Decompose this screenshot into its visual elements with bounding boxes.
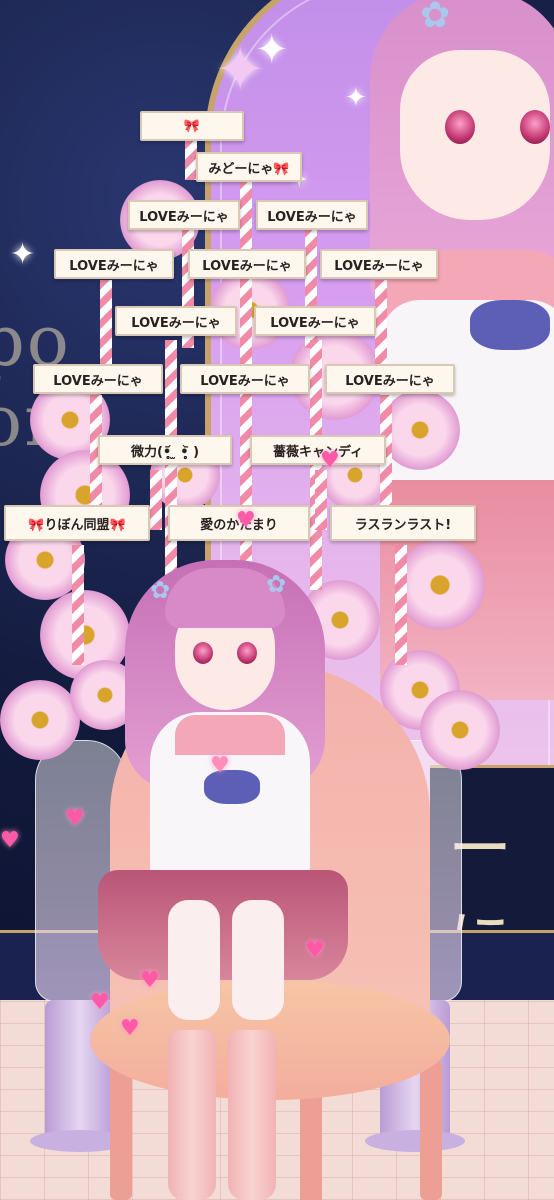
sign-2: みどーにゃ🎀 bbox=[196, 152, 302, 182]
sign-pole bbox=[315, 470, 327, 530]
sign-11: LOVEみーにゃ bbox=[180, 364, 310, 394]
cosmos-flower-icon bbox=[380, 390, 460, 470]
character-leg bbox=[168, 900, 220, 1020]
cosmos-flower-icon bbox=[0, 680, 80, 760]
character-collar bbox=[175, 715, 285, 755]
background-character-eye bbox=[520, 110, 550, 144]
game-scene: po om ✦ ✦ ✦ ✦ ✦ ✦ ✦ ✿ ーに bbox=[0, 0, 554, 1200]
sign-3: LOVEみーにゃ bbox=[128, 200, 240, 230]
hair-flower-icon: ✿ bbox=[266, 570, 287, 598]
chair-leg bbox=[420, 1060, 442, 1200]
sign-pole bbox=[150, 470, 162, 530]
sign-14: 薔薇キャンディ bbox=[250, 435, 386, 465]
heart-icon: ♥ bbox=[210, 753, 230, 778]
cosmos-flower-icon bbox=[395, 540, 485, 630]
sign-5: LOVEみーにゃ bbox=[54, 249, 174, 279]
sign-9: LOVEみーにゃ bbox=[254, 306, 376, 336]
character-skirt bbox=[98, 870, 348, 980]
sign-1: 🎀 bbox=[140, 111, 244, 141]
character-boot bbox=[228, 1030, 276, 1200]
heart-icon: ♥ bbox=[305, 938, 325, 963]
character-leg bbox=[232, 900, 284, 1020]
sign-17: ラスランラスト! bbox=[330, 505, 476, 541]
heart-icon: ♥ bbox=[120, 1016, 140, 1041]
sign-pole bbox=[375, 280, 387, 370]
heart-icon: ♥ bbox=[236, 508, 256, 533]
character-boot bbox=[168, 1030, 216, 1200]
sign-pole bbox=[72, 545, 84, 665]
sign-6: LOVEみーにゃ bbox=[188, 249, 306, 279]
sign-4: LOVEみーにゃ bbox=[256, 200, 368, 230]
chair-leg bbox=[110, 1060, 132, 1200]
character-eye bbox=[193, 642, 213, 664]
sign-15: 🎀りぼん同盟🎀 bbox=[4, 505, 150, 541]
sign-13: 微力(•̥̥̥̥᷄ ̫ •̥̥̥̥᷅ ) bbox=[98, 435, 232, 465]
pedestal-right-base bbox=[365, 1130, 465, 1152]
sparkle-icon: ✦ bbox=[10, 237, 36, 272]
character-eye bbox=[237, 642, 257, 664]
hair-flower-icon: ✿ bbox=[420, 0, 451, 36]
sign-7: LOVEみーにゃ bbox=[320, 249, 438, 279]
background-character-eye bbox=[445, 110, 475, 144]
heart-icon: ♥ bbox=[140, 968, 160, 993]
sign-8: LOVEみーにゃ bbox=[115, 306, 237, 336]
heart-icon: ♥ bbox=[90, 990, 110, 1015]
background-character-face bbox=[400, 50, 550, 220]
sign-pole bbox=[395, 545, 407, 665]
heart-icon: ♥ bbox=[65, 806, 85, 831]
sign-pole bbox=[100, 280, 112, 370]
sparkle-icon: ✦ bbox=[255, 27, 289, 73]
hair-flower-icon: ✿ bbox=[150, 576, 171, 604]
sign-12: LOVEみーにゃ bbox=[325, 364, 455, 394]
sign-10: LOVEみーにゃ bbox=[33, 364, 163, 394]
cosmos-flower-icon bbox=[420, 690, 500, 770]
background-character-bow bbox=[470, 300, 550, 350]
heart-icon: ♥ bbox=[0, 828, 20, 853]
heart-icon: ♥ bbox=[320, 448, 340, 473]
sign-pole bbox=[240, 180, 252, 620]
